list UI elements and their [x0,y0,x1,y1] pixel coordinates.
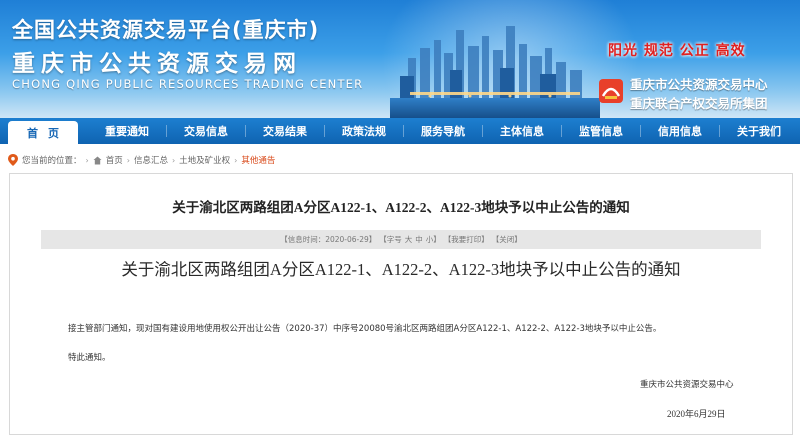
chevron-right-icon: › [171,155,176,165]
font-size-small-button[interactable]: 小】 [426,234,441,245]
nav-item-trading-info[interactable]: 交易信息 [167,118,245,144]
font-size-large-button[interactable]: 大 [405,234,413,245]
breadcrumb-land-mining[interactable]: 土地及矿业权 [179,154,230,166]
breadcrumb: 您当前的位置： › 首页 › 信息汇总 › 土地及矿业权 › 其他通告 [8,152,275,168]
chevron-right-icon: › [85,155,89,165]
nav-item-important-notices[interactable]: 重要通知 [88,118,166,144]
nav-item-policies[interactable]: 政策法规 [325,118,403,144]
nav-item-trading-results[interactable]: 交易结果 [246,118,324,144]
nav-item-about-us[interactable]: 关于我们 [720,118,798,144]
city-skyline-image [390,26,600,118]
close-button[interactable]: 【关闭】 [492,234,522,245]
location-pin-icon [8,154,18,166]
site-title-platform: 全国公共资源交易平台(重庆市) [12,18,320,42]
article-body-title: 关于渝北区两路组团A分区A122-1、A122-2、A122-3地块予以中止公告… [121,260,681,279]
banner-slogan: 阳光 规范 公正 高效 [608,43,746,59]
article-paragraph: 接主管部门通知，现对国有建设用地使用权公开出让公告（2020-37）中序号200… [68,324,662,334]
article-title: 关于渝北区两路组团A分区A122-1、A122-2、A122-3地块予以中止公告… [172,200,630,215]
article-signature: 重庆市公共资源交易中心 [640,380,734,390]
print-button[interactable]: 【我要打印】 [444,234,489,245]
article-info-bar: 【信息时间：2020-06-29】 【字号 大 中 小】 【我要打印】 【关闭】 [41,230,761,249]
org-name-secondary: 重庆联合产权交易所集团 [630,96,768,111]
site-title: 重庆市公共资源交易网 [12,51,302,77]
header-banner: 全国公共资源交易平台(重庆市) 重庆市公共资源交易网 CHONG QING PU… [0,0,800,118]
article-closing: 特此通知。 [68,353,111,363]
article-panel: 关于渝北区两路组团A分区A122-1、A122-2、A122-3地块予以中止公告… [9,173,793,435]
font-size-medium-button[interactable]: 中 [415,234,423,245]
breadcrumb-other-notices[interactable]: 其他通告 [241,154,275,166]
org-name-primary: 重庆市公共资源交易中心 [630,77,768,92]
nav-item-home[interactable]: 首页 [8,121,78,144]
chevron-right-icon: › [234,155,238,165]
nav-item-supervision-info[interactable]: 监管信息 [562,118,640,144]
breadcrumb-home[interactable]: 首页 [106,154,123,166]
site-title-english: CHONG QING PUBLIC RESOURCES TRADING CENT… [12,77,364,91]
nav-item-entity-info[interactable]: 主体信息 [483,118,561,144]
chevron-right-icon: › [126,155,130,165]
main-nav: 首页 重要通知 交易信息 交易结果 政策法规 服务导航 主体信息 监管信息 信用… [0,118,800,144]
font-size-label: 【字号 [379,235,402,244]
exchange-logo-icon [599,79,623,103]
nav-item-credit-info[interactable]: 信用信息 [641,118,719,144]
nav-item-service-guide[interactable]: 服务导航 [404,118,482,144]
article-date: 2020年6月29日 [667,409,726,419]
breadcrumb-prefix: 您当前的位置： [22,156,82,166]
publish-time: 【信息时间：2020-06-29】 [280,235,377,244]
home-icon [93,156,102,164]
breadcrumb-info-summary[interactable]: 信息汇总 [134,154,168,166]
